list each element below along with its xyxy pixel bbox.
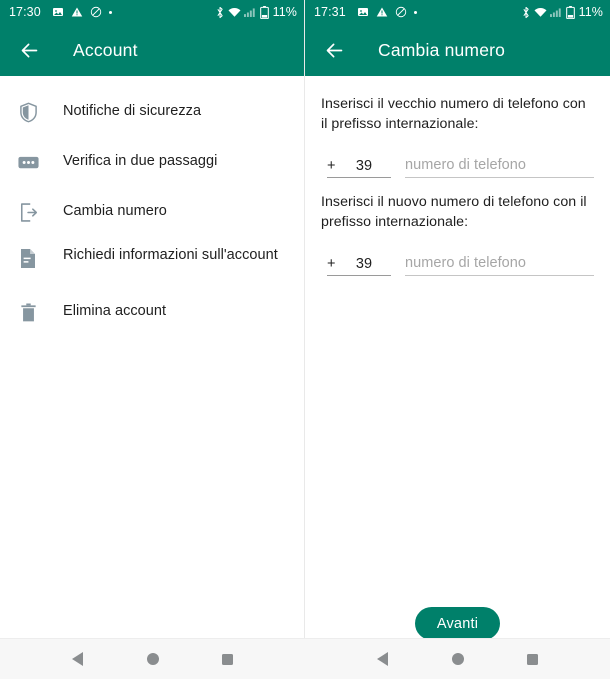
recents-square-icon[interactable] (516, 642, 550, 676)
status-left-icons (357, 6, 417, 18)
old-country-code-input[interactable]: + 39 (327, 158, 391, 178)
old-country-code-value: 39 (355, 158, 373, 174)
wifi-icon (534, 7, 547, 17)
left-app-bar: Account (0, 24, 304, 76)
status-left-icons (52, 6, 112, 18)
sidebar-item-label: Notifiche di sicurezza (63, 103, 202, 119)
plus-sign: + (327, 256, 336, 272)
new-phone-number-input[interactable]: numero di telefono (405, 254, 594, 276)
page-title: Account (73, 39, 138, 60)
panes-container: 17:30 11% Account Notifiche di sicurezza… (0, 0, 610, 638)
image-icon (52, 8, 63, 16)
status-right-icons: 11% (521, 4, 603, 19)
sidebar-item-label: Richiedi informazioni sull'account (63, 247, 278, 263)
status-clock: 17:31 (314, 4, 346, 19)
sidebar-item-two-step-verification[interactable]: Verifica in due passaggi (0, 136, 304, 186)
android-navigation-bar (0, 638, 610, 679)
phone-screenshot-pair: 17:30 11% Account Notifiche di sicurezza… (0, 0, 610, 679)
sidebar-item-security-notifications[interactable]: Notifiche di sicurezza (0, 86, 304, 136)
left-pane-account-settings: 17:30 11% Account Notifiche di sicurezza… (0, 0, 305, 638)
right-app-bar: Cambia numero (305, 24, 610, 76)
old-number-field-row: + 39 numero di telefono (321, 156, 594, 178)
sidebar-item-label: Cambia numero (63, 203, 167, 219)
new-country-code-value: 39 (355, 256, 373, 272)
document-icon (16, 246, 40, 270)
new-number-instruction: Inserisci il nuovo numero di telefono co… (321, 194, 587, 230)
next-button-container: Avanti (305, 607, 610, 638)
form-spacer (321, 178, 594, 192)
status-right-icons: 11% (215, 4, 297, 19)
new-country-code-input[interactable]: + 39 (327, 256, 391, 276)
left-status-bar: 17:30 11% (0, 0, 304, 24)
image-icon (357, 8, 368, 16)
old-phone-number-input[interactable]: numero di telefono (405, 156, 594, 178)
change-number-form: Inserisci il vecchio numero di telefono … (305, 76, 610, 276)
new-phone-placeholder: numero di telefono (405, 255, 527, 271)
old-number-instruction: Inserisci il vecchio numero di telefono … (321, 96, 586, 132)
page-title: Cambia numero (378, 39, 506, 60)
back-triangle-icon[interactable] (366, 642, 400, 676)
sidebar-item-request-account-info[interactable]: Richiedi informazioni sull'account (0, 236, 304, 286)
signal-icon (243, 7, 255, 17)
nav-bar-right-half (305, 639, 610, 679)
bluetooth-icon (217, 6, 223, 18)
trash-icon (16, 300, 40, 324)
battery-percent-label: 11% (578, 4, 603, 19)
right-pane-change-number: 17:31 11% Cambia numero Inserisci il vec… (305, 0, 610, 638)
bluetooth-icon (523, 6, 529, 18)
dot-icon (413, 10, 417, 14)
new-number-field-row: + 39 numero di telefono (321, 254, 594, 276)
sidebar-item-label: Elimina account (63, 303, 167, 319)
do-not-disturb-icon (90, 6, 101, 18)
old-phone-placeholder: numero di telefono (405, 157, 527, 173)
signal-icon (549, 7, 561, 17)
account-settings-list: Notifiche di sicurezza Verifica in due p… (0, 76, 304, 336)
warning-icon (376, 7, 388, 17)
home-circle-icon[interactable] (136, 642, 170, 676)
arrow-back-icon[interactable] (14, 35, 44, 65)
home-circle-icon[interactable] (441, 642, 475, 676)
next-button[interactable]: Avanti (414, 607, 501, 638)
back-triangle-icon[interactable] (61, 642, 95, 676)
sidebar-item-label: Verifica in due passaggi (63, 153, 218, 169)
wifi-icon (228, 7, 241, 17)
arrow-back-icon[interactable] (319, 35, 349, 65)
right-status-bar: 17:31 11% (305, 0, 610, 24)
status-clock: 17:30 (9, 4, 41, 19)
shield-icon (16, 100, 40, 124)
do-not-disturb-icon (395, 6, 406, 18)
change-number-icon (16, 200, 40, 224)
battery-icon (259, 5, 269, 19)
dot-icon (108, 10, 112, 14)
recents-square-icon[interactable] (211, 642, 245, 676)
sidebar-item-delete-account[interactable]: Elimina account (0, 286, 304, 336)
sidebar-item-change-number[interactable]: Cambia numero (0, 186, 304, 236)
nav-bar-left-half (0, 639, 305, 679)
warning-icon (71, 7, 83, 17)
two-step-dots-icon (16, 150, 40, 174)
battery-percent-label: 11% (272, 4, 297, 19)
plus-sign: + (327, 158, 336, 174)
battery-icon (565, 5, 575, 19)
